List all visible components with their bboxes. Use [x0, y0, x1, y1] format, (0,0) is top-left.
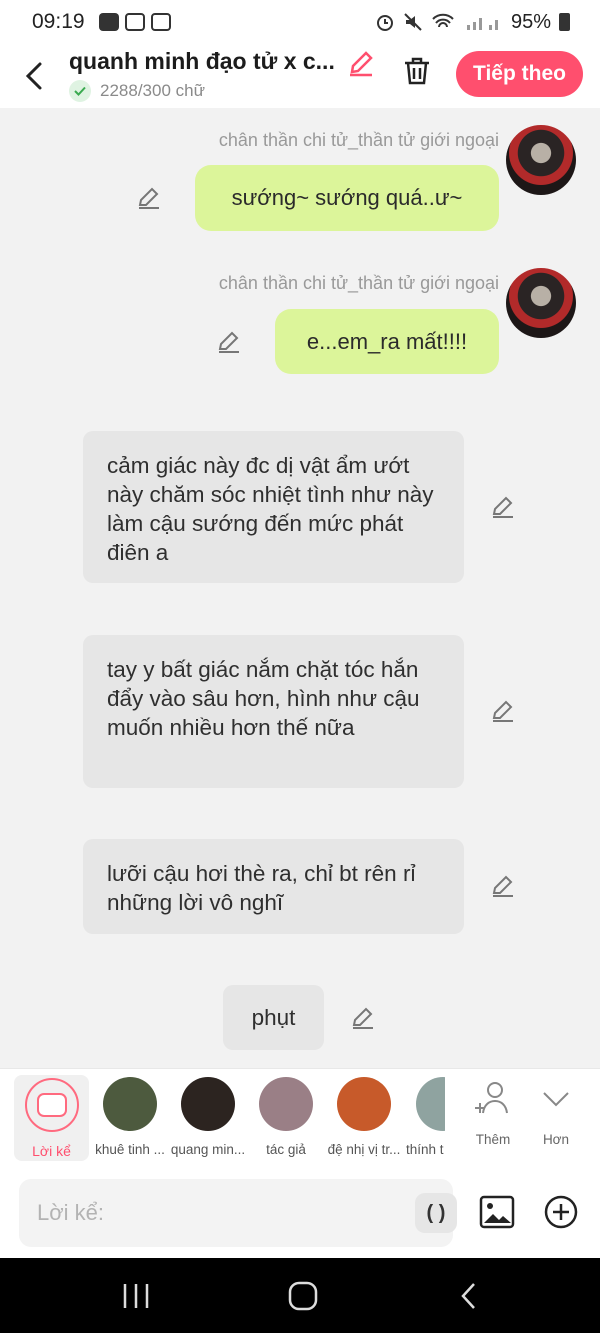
notification-icons [98, 13, 171, 31]
avatar [337, 1077, 391, 1131]
header: quanh minh đạo tử x c... 2288/300 chữ Ti… [0, 44, 600, 108]
avatar [416, 1077, 445, 1131]
battery-percent: 95% [510, 10, 551, 33]
character-message-bubble[interactable]: sướng~ sướng quá..ư~ [195, 165, 499, 231]
navigation-bar [0, 1258, 600, 1333]
narration-icon [24, 1078, 79, 1132]
character-bar: Lời kể khuê tinh ... quang min... tác gi… [0, 1068, 600, 1170]
status-bar: 09:19 95% [0, 0, 600, 44]
character-item[interactable]: đệ nhị vị tr... [325, 1077, 403, 1157]
character-name: khuê tinh ... [95, 1142, 165, 1157]
edit-message-icon[interactable] [350, 1005, 376, 1031]
battery-icon [559, 13, 570, 31]
input-container: ( ) [19, 1179, 457, 1247]
gallery-notification-icon [98, 13, 119, 31]
parentheses-button[interactable]: ( ) [415, 1193, 457, 1233]
edit-message-icon[interactable] [490, 698, 516, 724]
avatar[interactable] [506, 268, 576, 338]
status-time: 09:19 [32, 10, 85, 33]
image-icon[interactable] [478, 1193, 516, 1231]
avatar [181, 1077, 235, 1131]
youtube-notification-icon [150, 13, 171, 31]
word-count-text: 2288/300 chữ [100, 81, 205, 100]
edit-message-icon[interactable] [490, 873, 516, 899]
narration-bubble[interactable]: phụt [223, 985, 324, 1050]
more-button[interactable]: Hơn [526, 1079, 586, 1147]
add-label: Thêm [475, 1132, 511, 1147]
alarm-icon [376, 15, 393, 31]
narration-bubble[interactable]: cảm giác này đc dị vật ẩm ướt này chăm s… [83, 431, 464, 583]
message-sender: chân thần chi tử_thần tử giới ngoại [218, 130, 499, 150]
narration-selector[interactable]: Lời kể [14, 1075, 89, 1161]
character-message-bubble[interactable]: e...em_ra mất!!!! [275, 309, 499, 374]
call-signal-icon [466, 18, 498, 30]
home-icon[interactable] [285, 1280, 321, 1312]
app-notification-icon [124, 13, 145, 31]
narration-bubble[interactable]: tay y bất giác nắm chặt tóc hắn đẩy vào … [83, 635, 464, 788]
avatar [259, 1077, 313, 1131]
avatar [103, 1077, 157, 1131]
recent-apps-icon[interactable] [118, 1280, 154, 1312]
check-icon [69, 80, 91, 102]
narration-bubble[interactable]: lưỡi cậu hơi thè ra, chỉ bt rên rỉ những… [83, 839, 464, 934]
narration-input[interactable] [37, 1197, 397, 1229]
add-icon[interactable] [542, 1193, 580, 1231]
system-icons: 95% [375, 11, 570, 34]
character-name: quang min... [170, 1142, 246, 1157]
mute-icon [404, 13, 422, 31]
edit-message-icon[interactable] [216, 329, 242, 355]
word-count: 2288/300 chữ [69, 80, 205, 102]
character-name: tác giả [266, 1142, 306, 1157]
add-character-button[interactable]: Thêm [463, 1079, 523, 1147]
message-sender: chân thần chi tử_thần tử giới ngoại [218, 273, 499, 293]
edit-message-icon[interactable] [490, 494, 516, 520]
trash-icon[interactable] [400, 54, 434, 88]
page-title[interactable]: quanh minh đạo tử x c... [69, 48, 335, 75]
back-icon[interactable] [18, 56, 52, 96]
character-name: thính t [406, 1142, 444, 1157]
character-item[interactable]: thính t [403, 1077, 445, 1157]
input-bar: ( ) [0, 1170, 600, 1258]
back-nav-icon[interactable] [452, 1280, 488, 1312]
character-item[interactable]: quang min... [169, 1077, 247, 1157]
next-button[interactable]: Tiếp theo [456, 51, 583, 97]
character-item[interactable]: khuê tinh ... [91, 1077, 169, 1157]
more-label: Hơn [542, 1132, 570, 1147]
chat-area: chân thần chi tử_thần tử giới ngoại sướn… [0, 108, 600, 1068]
avatar[interactable] [506, 125, 576, 195]
edit-message-icon[interactable] [136, 185, 162, 211]
add-person-icon [475, 1082, 508, 1114]
narration-label: Lời kể [32, 1143, 71, 1159]
edit-title-icon[interactable] [346, 48, 376, 78]
chevron-down-icon [543, 1092, 569, 1107]
wifi-icon [432, 13, 454, 28]
character-item[interactable]: tác giả [247, 1077, 325, 1157]
character-name: đệ nhị vị tr... [327, 1142, 401, 1157]
